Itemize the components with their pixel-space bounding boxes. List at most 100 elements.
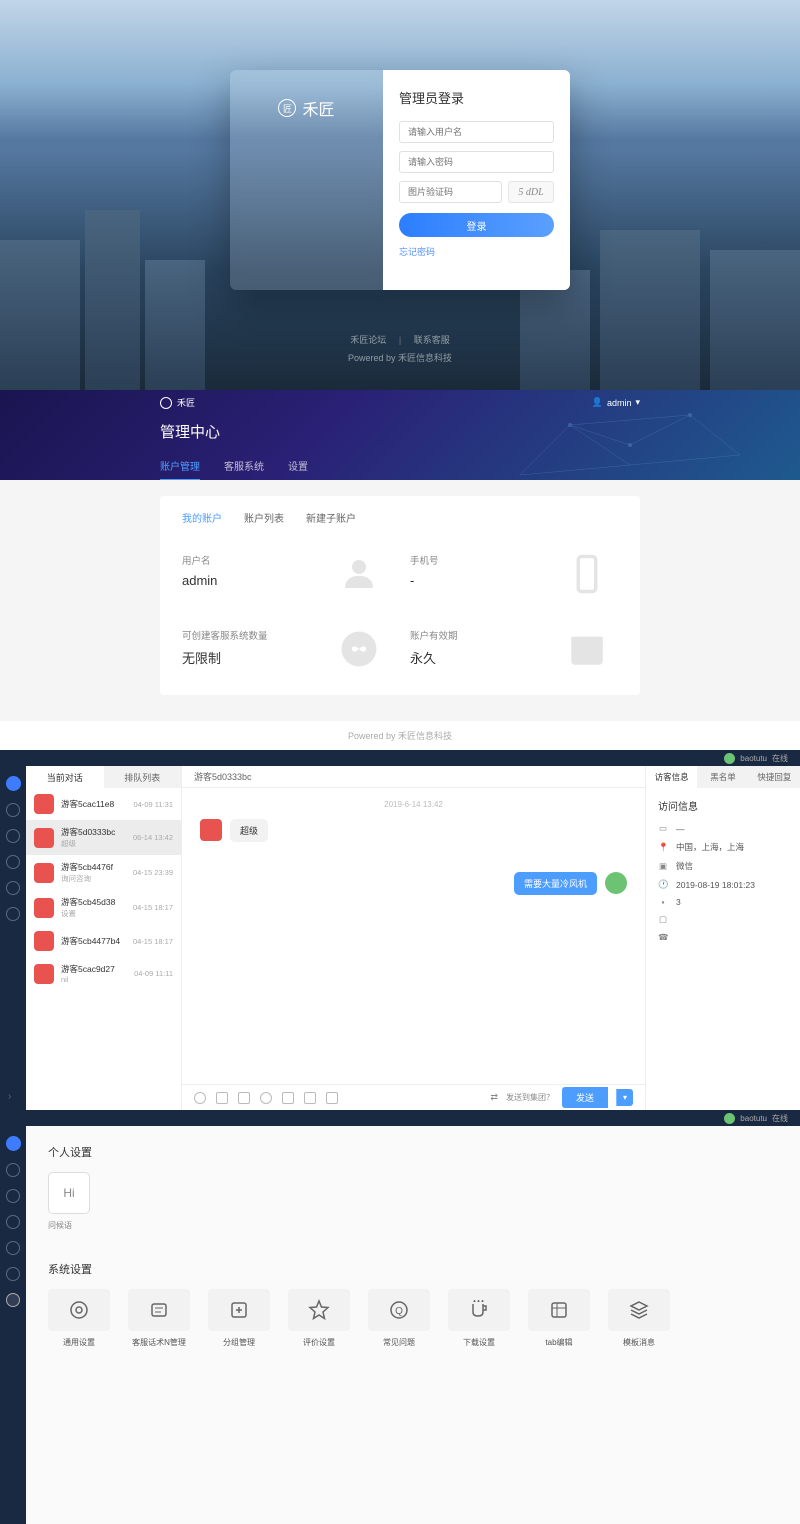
expand-icon[interactable]: › <box>8 1091 11 1102</box>
personal-settings-title: 个人设置 <box>48 1144 778 1160</box>
message-bubble: 超级 <box>230 819 268 842</box>
info-tab-visitor[interactable]: 访客信息 <box>646 766 697 788</box>
conversation-item[interactable]: 游客5cac11e804-09 11:31 <box>26 788 181 820</box>
captcha-image[interactable]: 5 dDL <box>508 181 554 203</box>
logo-icon: 匠 <box>278 99 296 117</box>
nav-icon-2[interactable] <box>6 829 20 843</box>
tab-service[interactable]: 客服系统 <box>224 458 264 480</box>
nav-icon-3[interactable] <box>6 1215 20 1229</box>
info-tab-blacklist[interactable]: 黑名单 <box>697 766 748 788</box>
forgot-password-link[interactable]: 忘记密码 <box>399 245 554 258</box>
card-icon[interactable] <box>304 1092 316 1104</box>
subtab-my-account[interactable]: 我的账户 <box>182 510 222 525</box>
password-input[interactable] <box>399 151 554 173</box>
nav-icon-5[interactable] <box>6 907 20 921</box>
app-logo-icon[interactable] <box>6 776 21 791</box>
send-dropdown[interactable]: ▾ <box>616 1089 633 1106</box>
emoji-icon[interactable] <box>194 1092 206 1104</box>
login-panel: 匠 禾匠 管理员登录 5 dDL 登录 忘记密码 禾匠论坛 | 联系客服 Pow… <box>0 0 800 390</box>
info-row-location: 📍中国，上海，上海 <box>658 841 788 853</box>
folder-icon[interactable] <box>238 1092 250 1104</box>
conversation-item[interactable]: 游客5cb4477b404-15 18:17 <box>26 925 181 957</box>
footer-link-contact[interactable]: 联系客服 <box>414 335 450 345</box>
transfer-link[interactable]: 发送到集团？ <box>506 1092 554 1103</box>
last-message: 询问咨询 <box>61 873 126 884</box>
settings-card[interactable]: 下载设置 <box>448 1289 510 1348</box>
nav-icon-settings[interactable] <box>6 1293 20 1307</box>
tool-icon[interactable] <box>260 1092 272 1104</box>
send-button[interactable]: 发送 <box>562 1087 608 1108</box>
visitor-avatar <box>200 819 222 841</box>
visitor-avatar <box>34 828 54 848</box>
settings-card[interactable]: 模板消息 <box>608 1289 670 1348</box>
info-section-title: 访问信息 <box>658 798 788 813</box>
card-label: 通用设置 <box>48 1337 110 1348</box>
settings-card[interactable]: Q常见问题 <box>368 1289 430 1348</box>
message-incoming: 超级 <box>200 819 627 842</box>
logo-icon <box>160 397 172 409</box>
user-avatar[interactable] <box>724 753 735 764</box>
visitor-info-panel: 访客信息 黑名单 快捷回复 访问信息 ▭— 📍中国，上海，上海 ▣微信 🕐201… <box>645 766 800 1110</box>
username: baotutu <box>740 1114 767 1123</box>
settings-card[interactable]: 评价设置 <box>288 1289 350 1348</box>
conversation-item[interactable]: 游客5cb4476f询问咨询04-15 23:39 <box>26 855 181 890</box>
visitor-avatar <box>34 964 54 984</box>
card-label: 分组管理 <box>208 1337 270 1348</box>
settings-card[interactable]: 客服话术N管理 <box>128 1289 190 1348</box>
info-tab-quick[interactable]: 快捷回复 <box>749 766 800 788</box>
list-tab-queue[interactable]: 排队列表 <box>104 766 182 788</box>
card-label: 评价设置 <box>288 1337 350 1348</box>
settings-card[interactable]: 分组管理 <box>208 1289 270 1348</box>
nav-icon-4[interactable] <box>6 881 20 895</box>
star-icon[interactable] <box>326 1092 338 1104</box>
chat-messages: 2019-6-14 13:42 超级 需要大量冷风机 <box>182 788 645 1084</box>
settings-card[interactable]: 通用设置 <box>48 1289 110 1348</box>
user-icon <box>338 553 380 595</box>
location-icon: 📍 <box>658 842 668 853</box>
visitor-avatar <box>34 863 54 883</box>
subtab-new-subaccount[interactable]: 新建子账户 <box>306 510 356 525</box>
tab-settings[interactable]: 设置 <box>288 458 308 480</box>
greeting-card[interactable]: Hi 问候语 <box>48 1172 90 1231</box>
shuffle-icon[interactable] <box>282 1092 294 1104</box>
clock-icon: 🕐 <box>658 879 668 890</box>
nav-icon-2[interactable] <box>6 1189 20 1203</box>
nav-icon-1[interactable] <box>6 803 20 817</box>
user-status: 在线 <box>772 753 788 764</box>
username-input[interactable] <box>399 121 554 143</box>
visitor-name: 游客5cb4477b4 <box>61 935 126 947</box>
list-tab-current[interactable]: 当前对话 <box>26 766 104 788</box>
last-message: 超级 <box>61 838 126 849</box>
info-row-device: ▣微信 <box>658 860 788 872</box>
id-icon: ▭ <box>658 823 668 834</box>
phone-icon <box>566 553 608 595</box>
transfer-icon: ⇄ <box>490 1092 498 1103</box>
settings-card[interactable]: tab编辑 <box>528 1289 590 1348</box>
info-row-blank1: ▢ <box>658 914 788 925</box>
subtab-account-list[interactable]: 账户列表 <box>244 510 284 525</box>
card-label: 客服话术N管理 <box>128 1337 190 1348</box>
settings-panel: baotutu 在线 个人设置 Hi 问候语 系统设置 通用设置客服话术N管理分… <box>0 1110 800 1524</box>
login-button[interactable]: 登录 <box>399 213 554 237</box>
conversation-item[interactable]: 游客5cb45d38设置04-15 18:17 <box>26 890 181 925</box>
conversation-item[interactable]: 游客5d0333bc超级06-14 13:42 <box>26 820 181 855</box>
brand-text: 禾匠 <box>302 96 334 120</box>
nav-icon-4[interactable] <box>6 1241 20 1255</box>
info-row-time: 🕐2019-08-19 18:01:23 <box>658 879 788 890</box>
nav-icon-3[interactable] <box>6 855 20 869</box>
message-time: 04-15 18:17 <box>133 903 173 912</box>
visitor-name: 游客5cac9d27 <box>61 963 127 975</box>
footer-link-forum[interactable]: 禾匠论坛 <box>350 335 386 345</box>
captcha-input[interactable] <box>399 181 502 203</box>
tab-account[interactable]: 账户管理 <box>160 458 200 480</box>
card-icon <box>208 1289 270 1331</box>
nav-icon-1[interactable] <box>6 1163 20 1177</box>
card-icon: Q <box>368 1289 430 1331</box>
card-icon <box>128 1289 190 1331</box>
field-expiry: 账户有效期 永久 <box>410 628 618 667</box>
nav-icon-5[interactable] <box>6 1267 20 1281</box>
user-avatar[interactable] <box>724 1113 735 1124</box>
app-logo-icon[interactable] <box>6 1136 21 1151</box>
conversation-item[interactable]: 游客5cac9d27nil04-09 11:11 <box>26 957 181 990</box>
image-icon[interactable] <box>216 1092 228 1104</box>
